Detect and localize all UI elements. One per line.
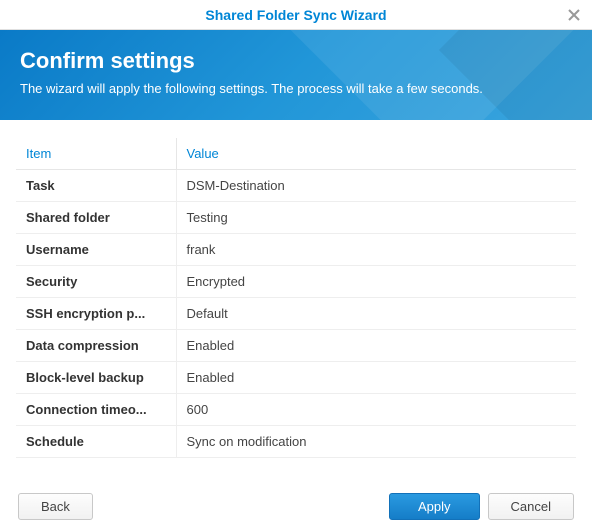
row-item: SSH encryption p...	[16, 298, 176, 330]
row-value: frank	[176, 234, 576, 266]
row-item: Username	[16, 234, 176, 266]
titlebar: Shared Folder Sync Wizard	[0, 0, 592, 30]
table-row: Data compression Enabled	[16, 330, 576, 362]
table-row: Block-level backup Enabled	[16, 362, 576, 394]
close-icon[interactable]	[566, 7, 582, 23]
row-value: Default	[176, 298, 576, 330]
table-row: Schedule Sync on modification	[16, 426, 576, 458]
row-item: Security	[16, 266, 176, 298]
table-row: SSH encryption p... Default	[16, 298, 576, 330]
table-row: Task DSM-Destination	[16, 170, 576, 202]
table-row: Security Encrypted	[16, 266, 576, 298]
row-value: Encrypted	[176, 266, 576, 298]
row-item: Data compression	[16, 330, 176, 362]
row-item: Connection timeo...	[16, 394, 176, 426]
row-value: Enabled	[176, 330, 576, 362]
banner-subtitle: The wizard will apply the following sett…	[20, 80, 540, 98]
banner: Confirm settings The wizard will apply t…	[0, 30, 592, 120]
wizard-title: Shared Folder Sync Wizard	[205, 7, 386, 23]
settings-table: Item Value Task DSM-Destination Shared f…	[16, 138, 576, 458]
content-area: Item Value Task DSM-Destination Shared f…	[0, 120, 592, 458]
row-item: Schedule	[16, 426, 176, 458]
header-value[interactable]: Value	[176, 138, 576, 170]
footer: Back Apply Cancel	[0, 493, 592, 520]
row-value: Sync on modification	[176, 426, 576, 458]
row-value: Testing	[176, 202, 576, 234]
row-item: Shared folder	[16, 202, 176, 234]
header-item[interactable]: Item	[16, 138, 176, 170]
table-row: Shared folder Testing	[16, 202, 576, 234]
cancel-button[interactable]: Cancel	[488, 493, 574, 520]
row-item: Task	[16, 170, 176, 202]
row-value: Enabled	[176, 362, 576, 394]
row-value: DSM-Destination	[176, 170, 576, 202]
row-value: 600	[176, 394, 576, 426]
banner-title: Confirm settings	[20, 48, 572, 74]
apply-button[interactable]: Apply	[389, 493, 480, 520]
table-row: Username frank	[16, 234, 576, 266]
row-item: Block-level backup	[16, 362, 176, 394]
back-button[interactable]: Back	[18, 493, 93, 520]
table-row: Connection timeo... 600	[16, 394, 576, 426]
